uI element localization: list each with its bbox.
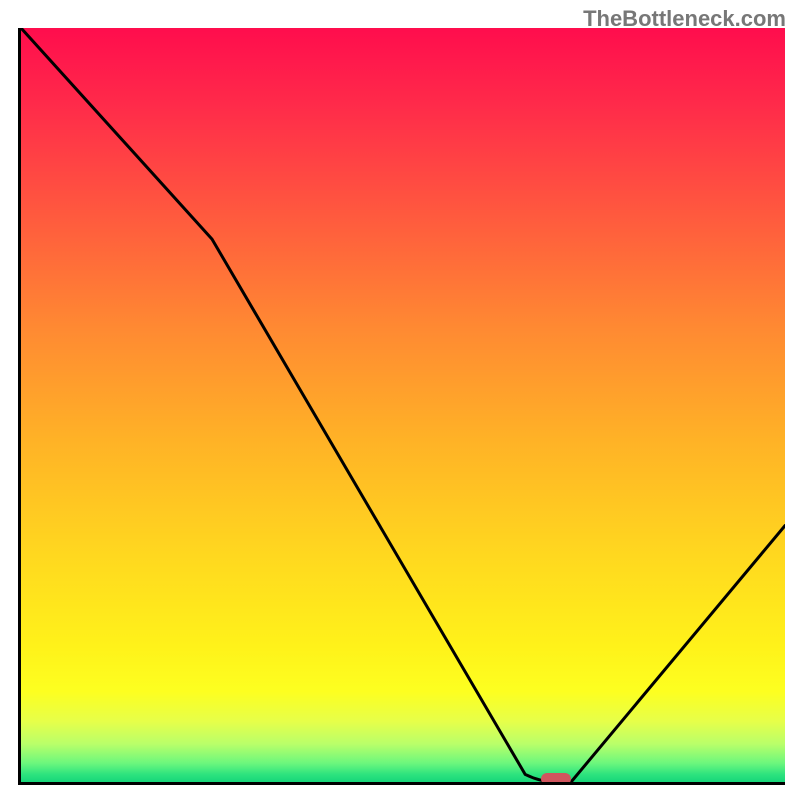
optimal-marker bbox=[541, 773, 571, 785]
watermark-text: TheBottleneck.com bbox=[583, 6, 786, 32]
chart-plot-area bbox=[18, 28, 785, 785]
curve-path bbox=[21, 28, 785, 782]
bottleneck-curve bbox=[21, 28, 785, 782]
